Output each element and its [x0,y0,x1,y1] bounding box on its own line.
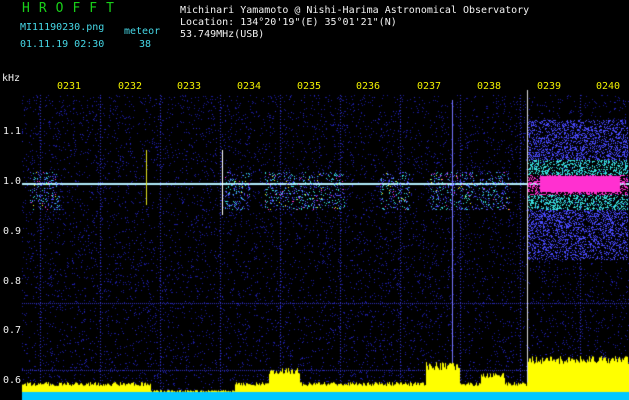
time-tick-0237: 0237 [417,81,442,92]
meteor-label: meteor [124,26,161,37]
time-tick-0239: 0239 [537,81,562,92]
time-tick-0231: 0231 [57,81,82,92]
freq-tick-1-0: 1.0 [3,176,22,187]
frequency-label: 53.749MHz(USB) [180,29,265,40]
time-tick-0236: 0236 [356,81,381,92]
freq-tick-0-6: 0.6 [3,375,22,386]
time-tick-0232: 0232 [118,81,143,92]
freq-tick-0-7: 0.7 [3,325,22,336]
freq-tick-0-8: 0.8 [3,276,22,287]
freq-tick-1-1: 1.1 [3,126,22,137]
location-label: Location: 134°20'19"(E) 35°01'21"(N) [180,17,397,28]
freq-unit-label: kHz [2,73,21,84]
freq-tick-0-9: 0.9 [3,226,22,237]
datetime-label: 01.11.19 02:30 [20,39,105,50]
file-name: MI11190230.png [20,22,105,33]
app-title: HROFFT [22,1,123,16]
spectrogram-canvas [0,0,629,400]
time-tick-0234: 0234 [237,81,262,92]
time-tick-0233: 0233 [177,81,202,92]
observer-label: Michinari Yamamoto @ Nishi-Harima Astron… [180,5,530,16]
time-tick-0235: 0235 [297,81,322,92]
time-tick-0238: 0238 [477,81,502,92]
meteor-count: 38 [139,39,152,50]
time-tick-0240: 0240 [596,81,621,92]
